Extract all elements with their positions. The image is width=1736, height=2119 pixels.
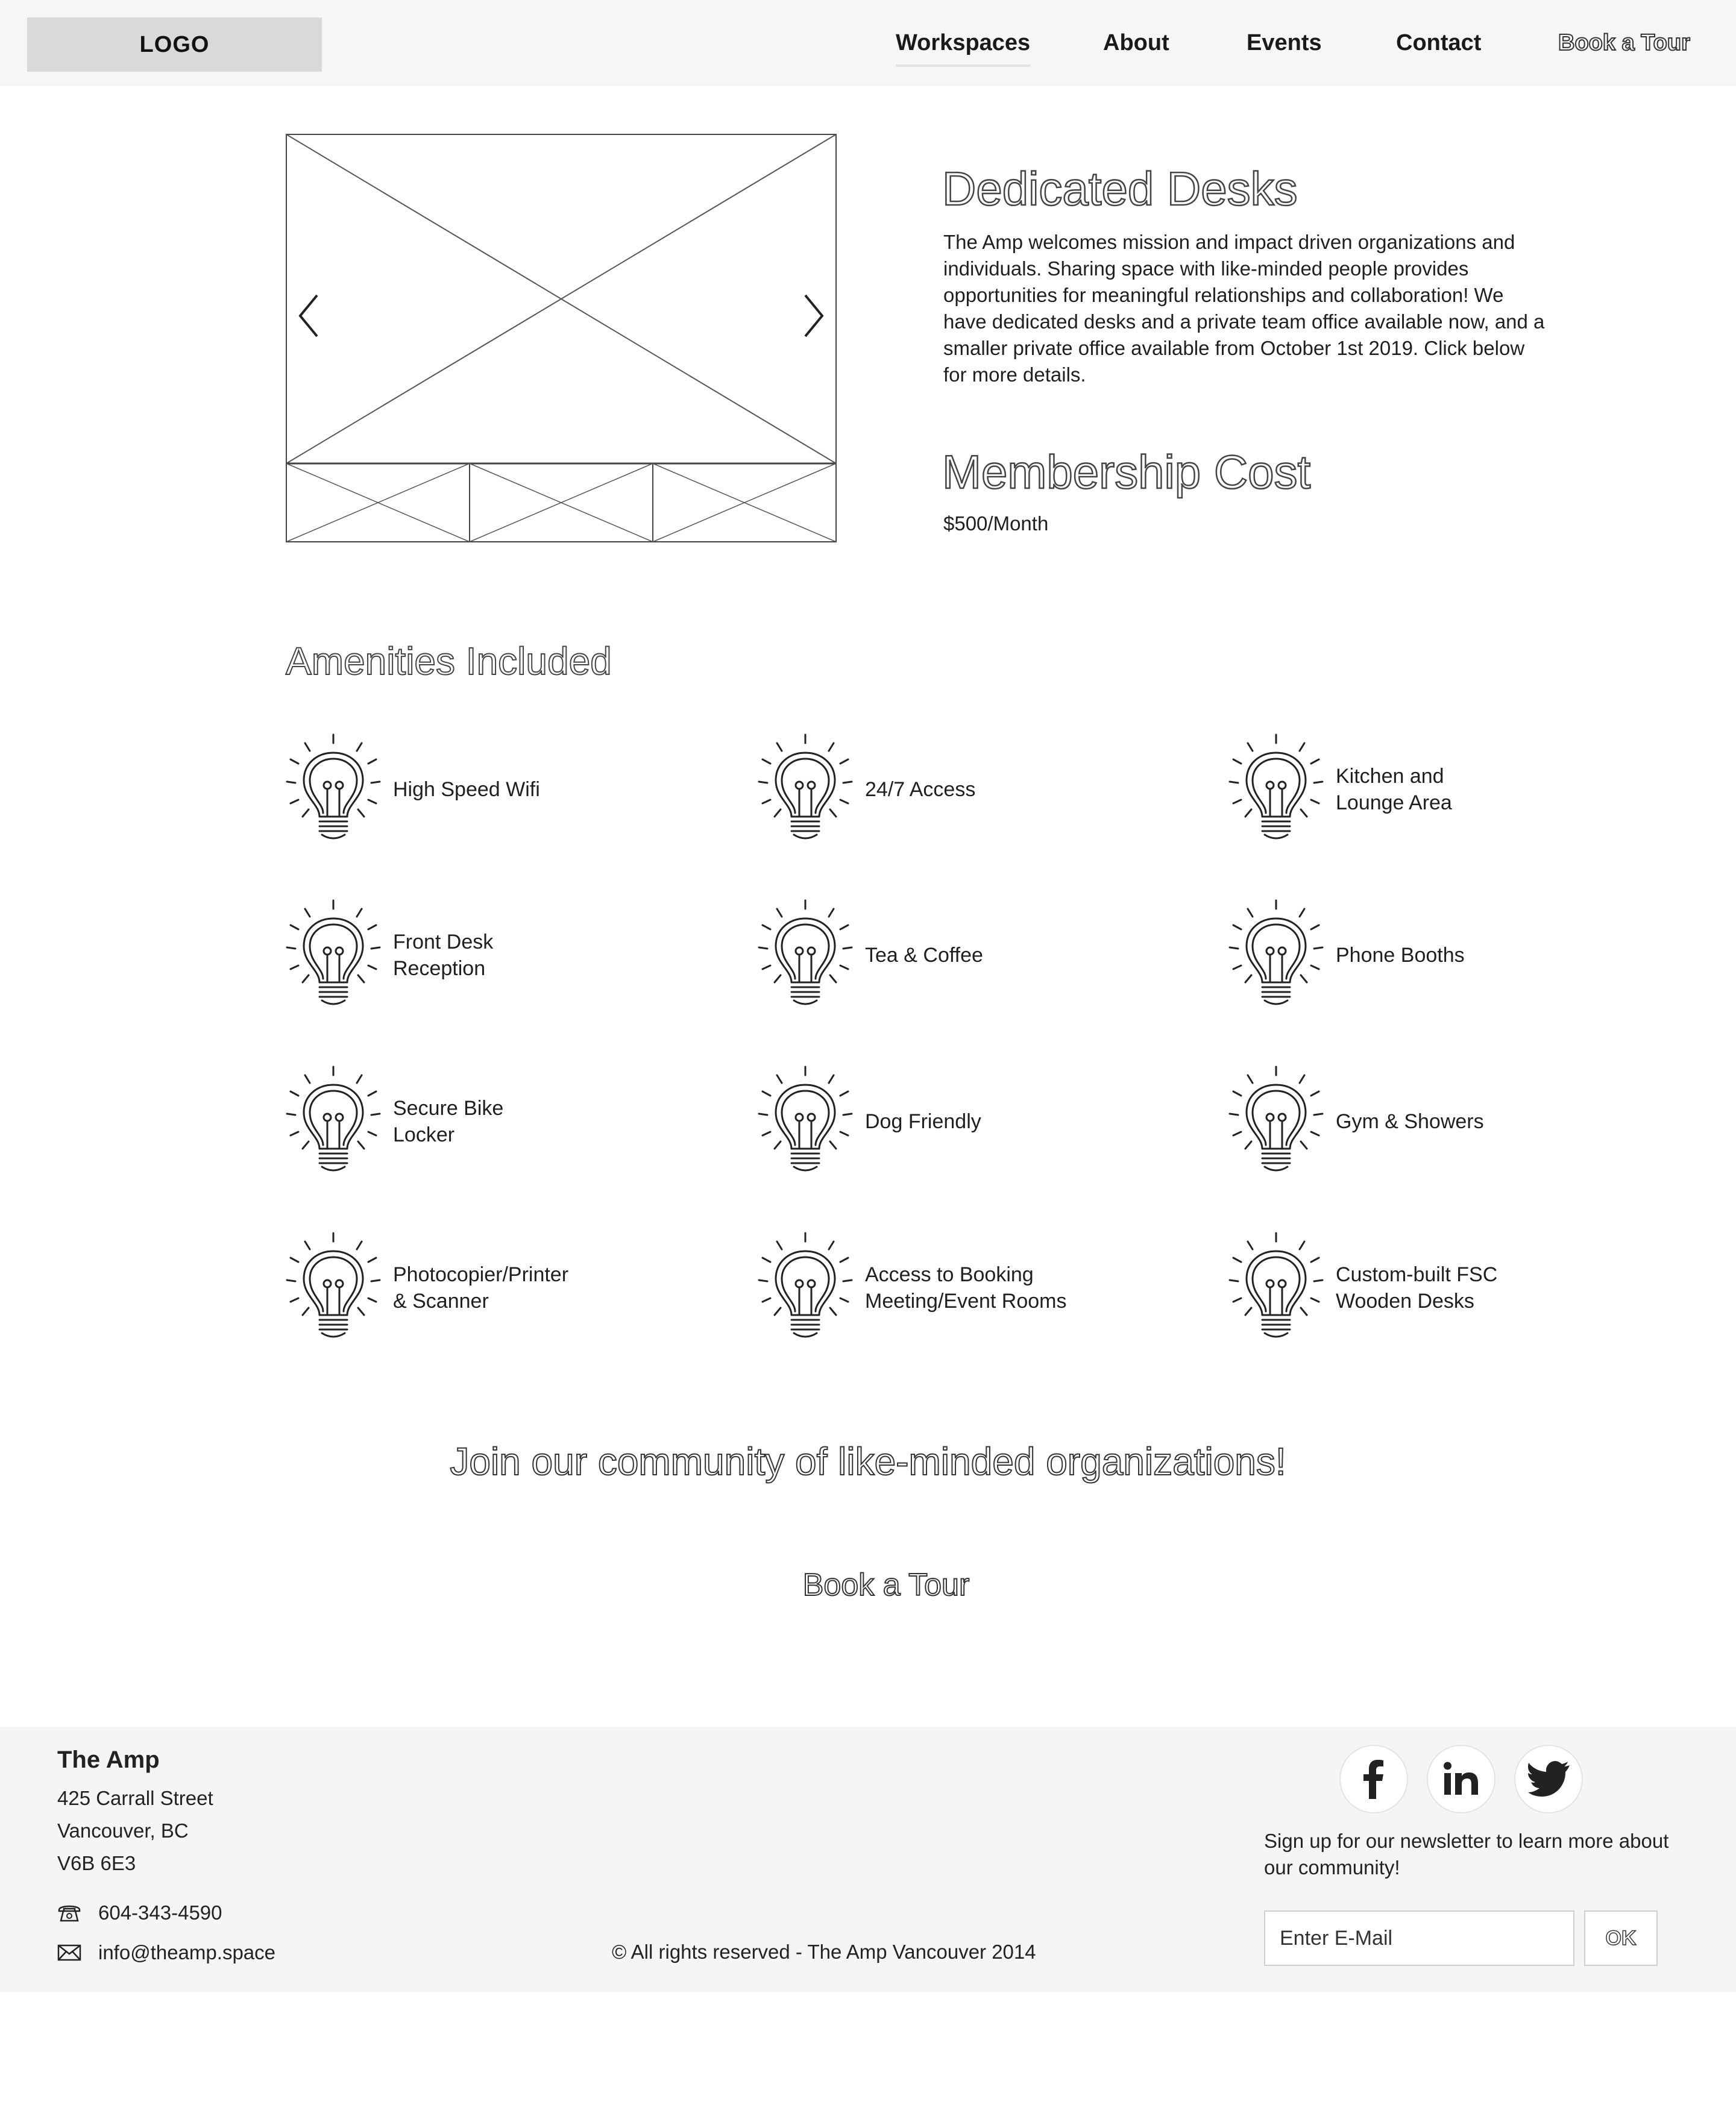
amenity-label: Kitchen and Lounge Area [1336, 765, 1452, 814]
membership-cost-title: Membership Cost [942, 445, 1312, 500]
workspace-title: Dedicated Desks [942, 162, 1298, 216]
amenity-item: Custom-built FSC Wooden Desks [1226, 1231, 1648, 1345]
amenity-label: Secure Bike Locker [393, 1097, 504, 1146]
carousel-prev-arrow-icon[interactable] [292, 278, 328, 351]
amenity-label: Gym & Showers [1336, 1110, 1484, 1133]
amenity-label: Dog Friendly [865, 1110, 981, 1133]
amenity-label: Access to Booking Meeting/Event Rooms [865, 1263, 1067, 1313]
nav-workspaces[interactable]: Workspaces [896, 30, 1031, 67]
copyright: © All rights reserved - The Amp Vancouve… [612, 1941, 1036, 1963]
amenity-label: Tea & Coffee [865, 944, 983, 967]
membership-cost-value: $500/Month [943, 512, 1049, 535]
amenity-label: Custom-built FSC Wooden Desks [1336, 1263, 1498, 1313]
mail-icon [57, 1944, 81, 1961]
amenity-item: Access to Booking Meeting/Event Rooms [755, 1231, 1177, 1345]
amenity-item: 24/7 Access [755, 732, 1177, 847]
community-heading: Join our community of like-minded organi… [449, 1439, 1286, 1484]
nav-contact[interactable]: Contact [1396, 30, 1481, 56]
amenity-label: High Speed Wifi [393, 778, 540, 801]
footer-company-name: The Amp [57, 1747, 160, 1773]
newsletter-email-input[interactable] [1264, 1910, 1574, 1966]
amenity-label: Photocopier/Printer & Scanner [393, 1263, 569, 1313]
site-header: LOGO Workspaces About Events Contact Boo… [0, 0, 1736, 86]
amenity-label: 24/7 Access [865, 778, 976, 801]
amenity-item: Dog Friendly [755, 1064, 1177, 1179]
twitter-icon[interactable] [1514, 1745, 1583, 1813]
phone-number: 604-343-4590 [98, 1901, 222, 1924]
amenity-item: Kitchen and Lounge Area [1226, 732, 1648, 847]
amenities-title: Amenities Included [285, 639, 612, 683]
footer-address-line: 425 Carrall Street [57, 1787, 213, 1809]
footer-phone[interactable]: 604-343-4590 [57, 1901, 222, 1924]
amenity-label: Phone Booths [1336, 944, 1465, 967]
nav-book-a-tour[interactable]: Book a Tour [1558, 30, 1691, 56]
amenity-item: High Speed Wifi [283, 732, 705, 847]
amenity-label: Front Desk Reception [393, 931, 494, 980]
facebook-icon[interactable] [1339, 1745, 1408, 1813]
phone-icon [58, 1905, 81, 1922]
newsletter-description: Sign up for our newsletter to learn more… [1264, 1830, 1669, 1879]
amenity-item: Gym & Showers [1226, 1064, 1648, 1179]
footer-address-line: Vancouver, BC [57, 1819, 189, 1842]
site-footer: The Amp 425 Carrall Street Vancouver, BC… [0, 1727, 1736, 1992]
image-carousel[interactable] [286, 134, 837, 542]
nav-about[interactable]: About [1103, 30, 1169, 56]
book-a-tour-button[interactable]: Book a Tour [766, 1555, 1007, 1615]
nav-events[interactable]: Events [1247, 30, 1322, 56]
amenity-item: Phone Booths [1226, 898, 1648, 1012]
newsletter-submit-button[interactable]: OK [1584, 1910, 1658, 1966]
footer-email[interactable]: info@theamp.space [57, 1941, 275, 1964]
logo[interactable]: LOGO [27, 17, 322, 72]
email-address: info@theamp.space [98, 1941, 276, 1964]
footer-address-line: V6B 6E3 [57, 1852, 136, 1874]
linkedin-icon[interactable] [1427, 1745, 1495, 1813]
amenity-item: Front Desk Reception [283, 898, 705, 1012]
amenity-item: Photocopier/Printer & Scanner [283, 1231, 705, 1345]
workspace-description: The Amp welcomes mission and impact driv… [943, 231, 1545, 386]
carousel-next-arrow-icon[interactable] [794, 278, 831, 351]
amenity-item: Tea & Coffee [755, 898, 1177, 1012]
image-placeholder [286, 134, 837, 542]
amenity-item: Secure Bike Locker [283, 1064, 705, 1179]
